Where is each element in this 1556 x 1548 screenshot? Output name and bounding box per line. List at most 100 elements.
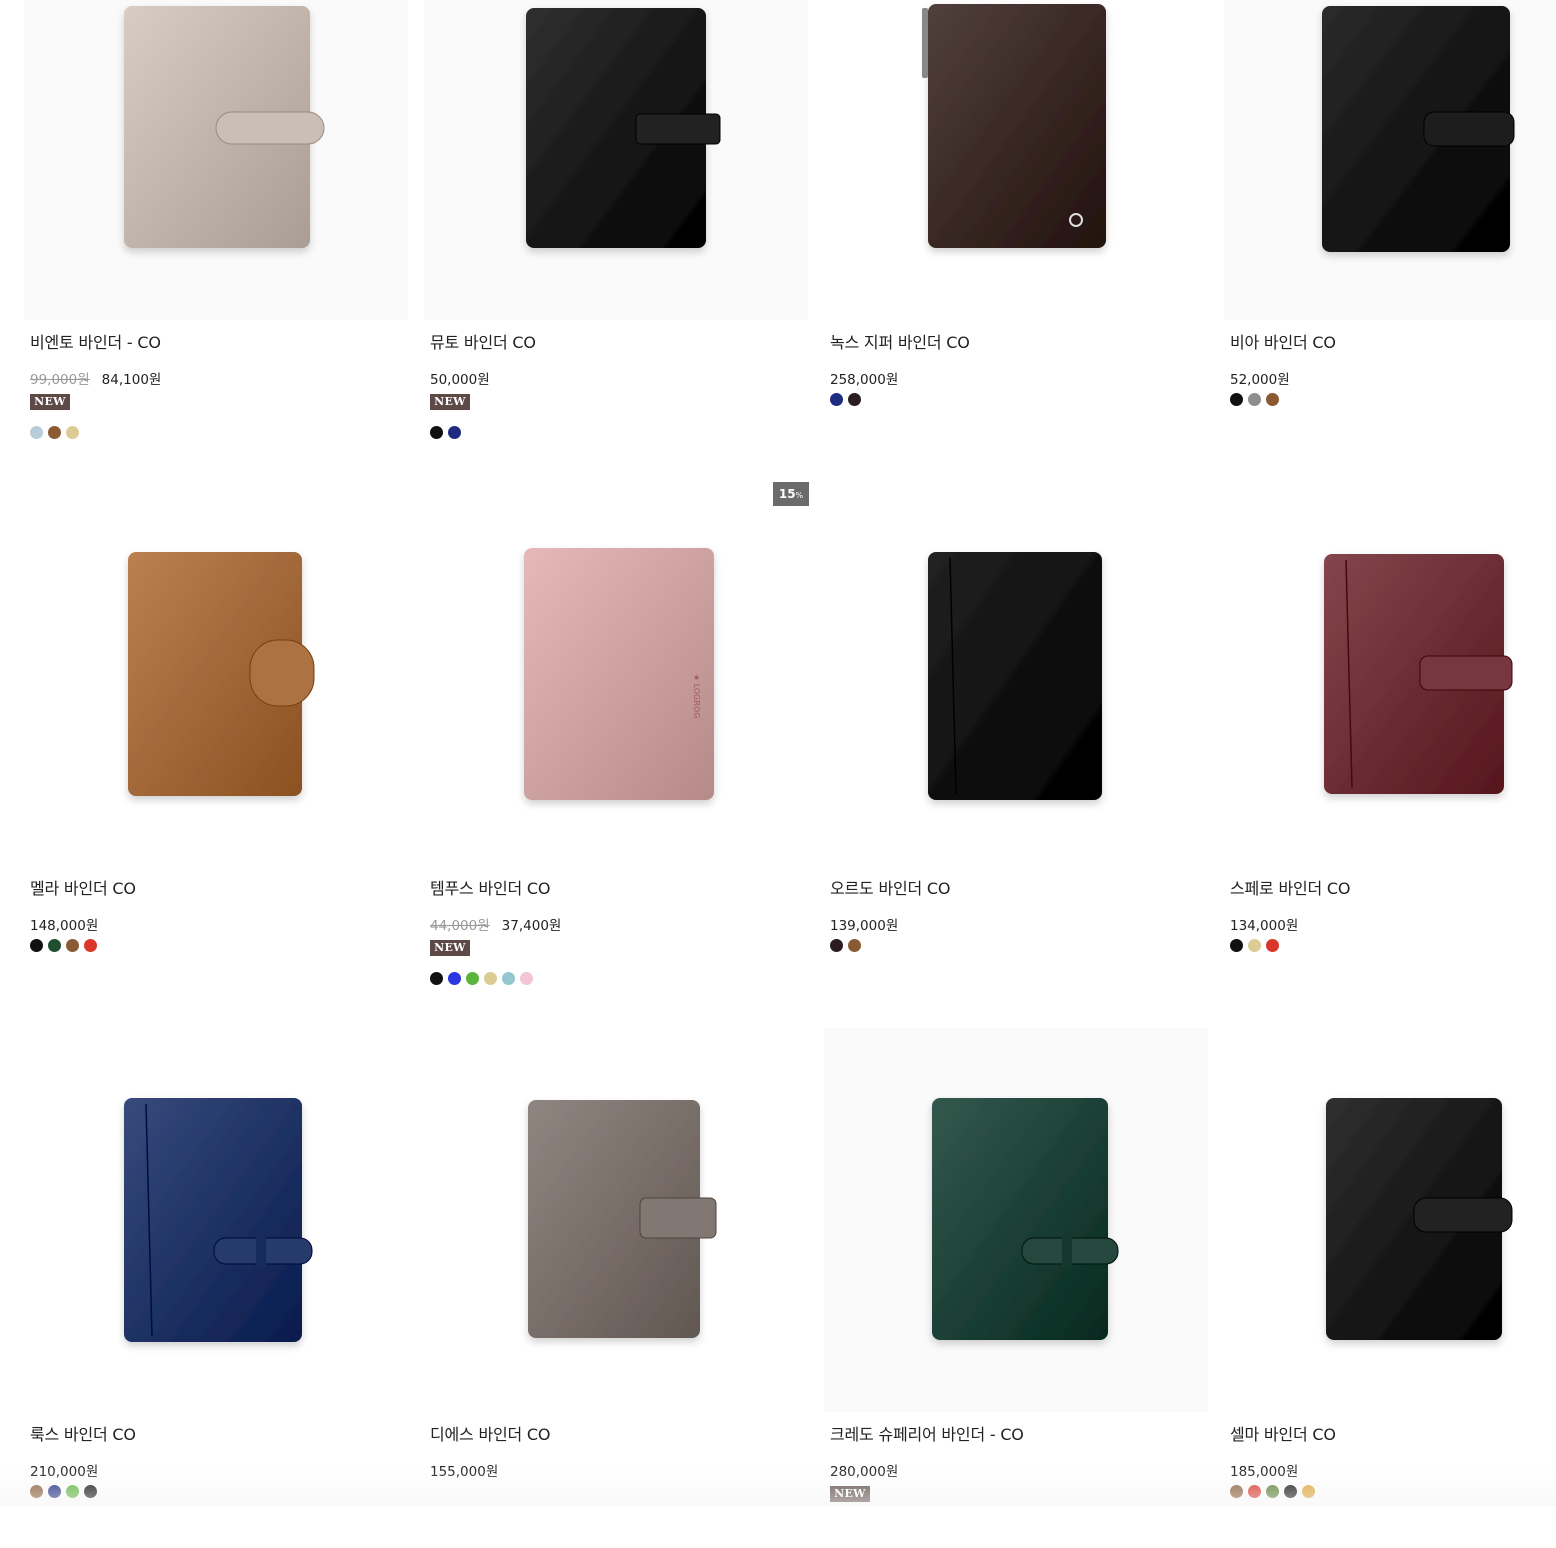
product-image[interactable] [24, 482, 408, 866]
color-swatch[interactable] [502, 972, 515, 985]
color-swatch[interactable] [84, 939, 97, 952]
sale-price: 185,000원 [1230, 1464, 1299, 1480]
color-swatches [30, 939, 97, 952]
product-card[interactable]: 비엔토 바인더 - CO 99,000원 84,100원 NEW [24, 0, 408, 456]
color-swatch[interactable] [48, 939, 61, 952]
color-swatch[interactable] [830, 939, 843, 952]
color-swatch[interactable] [1248, 1485, 1261, 1498]
color-swatch[interactable] [1266, 939, 1279, 952]
price-row: 139,000원 [830, 914, 898, 934]
leather-binder-image [932, 1098, 1119, 1340]
sale-price: 280,000원 [830, 1464, 899, 1480]
sale-price: 84,100원 [101, 372, 162, 388]
color-swatches [1230, 939, 1279, 952]
color-swatch[interactable] [430, 972, 443, 985]
color-swatch[interactable] [848, 393, 861, 406]
color-swatch[interactable] [1230, 393, 1243, 406]
price-row: 210,000원 [30, 1460, 98, 1480]
color-swatch[interactable] [84, 1485, 97, 1498]
product-name[interactable]: 디에스 바인더 CO [430, 1421, 550, 1445]
product-card[interactable]: 멜라 바인더 CO 148,000원 [24, 482, 408, 1002]
color-swatch[interactable] [30, 1485, 43, 1498]
product-name[interactable]: 크레도 슈페리어 바인더 - CO [830, 1421, 1024, 1445]
color-swatch[interactable] [484, 972, 497, 985]
product-image[interactable] [824, 482, 1208, 866]
color-swatch[interactable] [48, 426, 61, 439]
original-price: 44,000원 [430, 918, 490, 934]
leather-binder-image [124, 6, 325, 248]
color-swatch[interactable] [1284, 1485, 1297, 1498]
product-image[interactable] [424, 1028, 808, 1412]
product-image[interactable] [1224, 0, 1556, 320]
sale-price: 210,000원 [30, 1464, 99, 1480]
leather-binder-image [1324, 554, 1513, 794]
product-name[interactable]: 스페로 바인더 CO [1230, 875, 1350, 899]
product-name[interactable]: 비아 바인더 CO [1230, 329, 1336, 353]
product-card[interactable]: 녹스 지퍼 바인더 CO 258,000원 [824, 0, 1208, 456]
color-swatch[interactable] [30, 426, 43, 439]
new-badge: NEW [30, 394, 70, 410]
product-card[interactable]: 비아 바인더 CO 52,000원 [1224, 0, 1556, 456]
product-name[interactable]: 셀마 바인더 CO [1230, 1421, 1336, 1445]
color-swatch[interactable] [48, 1485, 61, 1498]
color-swatch[interactable] [1248, 939, 1261, 952]
color-swatch[interactable] [830, 393, 843, 406]
sale-price: 52,000원 [1230, 372, 1290, 388]
product-card[interactable]: 셀마 바인더 CO 185,000원 [1224, 1028, 1556, 1548]
product-image[interactable] [824, 1028, 1208, 1412]
color-swatch[interactable] [448, 426, 461, 439]
new-badge: NEW [430, 394, 470, 410]
color-swatch[interactable] [66, 939, 79, 952]
product-name[interactable]: 오르도 바인더 CO [830, 875, 950, 899]
product-name[interactable]: 룩스 바인더 CO [30, 1421, 136, 1445]
discount-badge: 15% [773, 482, 809, 506]
product-image[interactable] [1224, 482, 1556, 866]
product-card[interactable]: 뮤토 바인더 CO 50,000원 NEW [424, 0, 808, 456]
product-card[interactable]: 룩스 바인더 CO 210,000원 [24, 1028, 408, 1548]
color-swatch[interactable] [66, 1485, 79, 1498]
color-swatches [430, 972, 533, 985]
color-swatch[interactable] [520, 972, 533, 985]
color-swatch[interactable] [1230, 939, 1243, 952]
color-swatch[interactable] [466, 972, 479, 985]
color-swatch[interactable] [66, 426, 79, 439]
product-card[interactable]: 디에스 바인더 CO 155,000원 [424, 1028, 808, 1548]
product-image[interactable] [24, 1028, 408, 1412]
product-image[interactable] [424, 0, 808, 320]
product-card[interactable]: 크레도 슈페리어 바인더 - CO 280,000원 NEW [824, 1028, 1208, 1548]
sale-price: 155,000원 [430, 1464, 499, 1480]
color-swatches [830, 939, 861, 952]
new-badge: NEW [430, 940, 470, 956]
leather-binder-image [1322, 6, 1515, 252]
color-swatch[interactable] [448, 972, 461, 985]
product-name[interactable]: 멜라 바인더 CO [30, 875, 136, 899]
color-swatch[interactable] [430, 426, 443, 439]
new-badge: NEW [830, 1486, 870, 1502]
sale-price: 148,000원 [30, 918, 99, 934]
product-name[interactable]: 템푸스 바인더 CO [430, 875, 550, 899]
product-card[interactable]: 오르도 바인더 CO 139,000원 [824, 482, 1208, 1002]
product-name[interactable]: 비엔토 바인더 - CO [30, 329, 161, 353]
color-swatch[interactable] [1248, 393, 1261, 406]
sale-price: 139,000원 [830, 918, 899, 934]
product-card[interactable]: ★ LOGROG 템푸스 바인더 CO 44,000원 37,400원 NEW [424, 482, 808, 1002]
price-row: 185,000원 [1230, 1460, 1298, 1480]
color-swatch[interactable] [1266, 1485, 1279, 1498]
sale-price: 37,400원 [501, 918, 562, 934]
price-row: 148,000원 [30, 914, 98, 934]
sale-price: 50,000원 [430, 372, 490, 388]
color-swatches [830, 393, 861, 406]
color-swatch[interactable] [1302, 1485, 1315, 1498]
color-swatch[interactable] [30, 939, 43, 952]
product-image[interactable]: ★ LOGROG [424, 482, 808, 866]
product-name[interactable]: 뮤토 바인더 CO [430, 329, 536, 353]
product-image[interactable] [24, 0, 408, 320]
color-swatch[interactable] [1266, 393, 1279, 406]
product-card[interactable]: 스페로 바인더 CO 134,000원 [1224, 482, 1556, 1002]
product-name[interactable]: 녹스 지퍼 바인더 CO [830, 329, 970, 353]
product-image[interactable] [1224, 1028, 1556, 1412]
color-swatch[interactable] [848, 939, 861, 952]
price-row: 155,000원 [430, 1460, 498, 1480]
product-image[interactable] [824, 0, 1208, 320]
color-swatch[interactable] [1230, 1485, 1243, 1498]
